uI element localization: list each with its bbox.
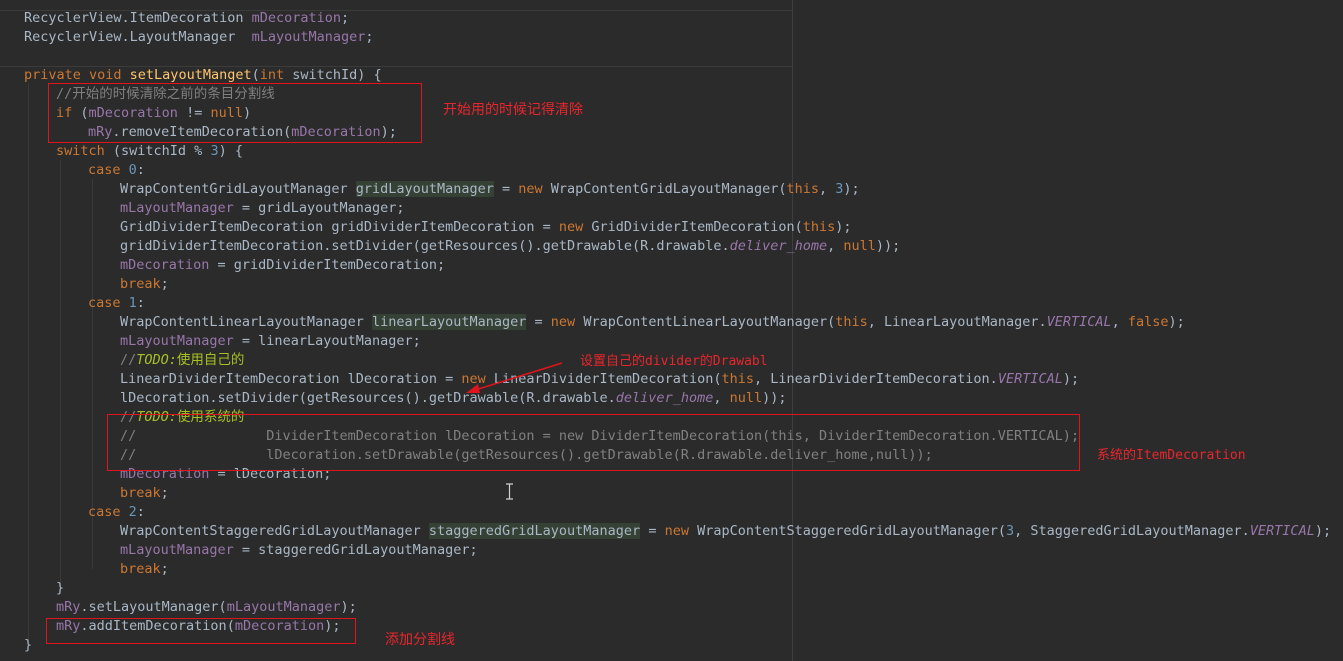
annotation-arrow [466, 362, 563, 393]
code-editor[interactable]: RecyclerView.ItemDecoration mDecoration;… [0, 0, 1343, 661]
text-cursor-icon [506, 483, 513, 500]
